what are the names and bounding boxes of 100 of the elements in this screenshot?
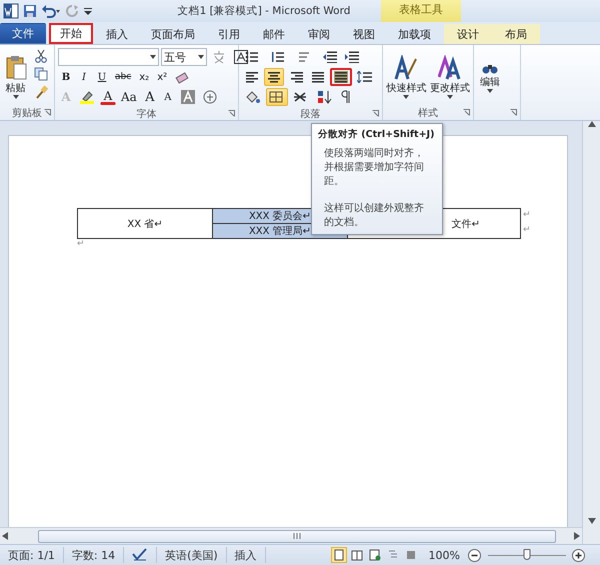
end-of-row-mark: ↵	[523, 224, 531, 234]
zoom-level[interactable]: 100%	[428, 548, 460, 562]
align-center-icon	[267, 71, 281, 83]
window-title: 文档1 [兼容模式] - Microsoft Word	[178, 4, 350, 18]
clipboard-icon	[4, 54, 26, 80]
group-label: 字体	[136, 108, 156, 120]
dialog-launcher-icon[interactable]	[463, 109, 470, 116]
ribbon-tab[interactable]: 视图	[343, 24, 385, 44]
plus-icon	[572, 548, 584, 562]
ribbon-tab[interactable]: 审阅	[298, 24, 340, 44]
draft-page-icon	[404, 549, 417, 561]
paragraph-mark: ↵	[77, 239, 86, 249]
dialog-launcher-icon[interactable]	[44, 109, 51, 116]
font-name-field[interactable]	[58, 48, 159, 66]
print-layout-icon	[332, 549, 345, 561]
dialog-launcher-icon[interactable]	[372, 110, 379, 117]
brush-icon	[34, 85, 48, 99]
word-logo-icon[interactable]	[3, 3, 19, 19]
italic-button[interactable]: I	[76, 68, 92, 86]
ribbon-tab[interactable]: 引用	[208, 24, 250, 44]
caret-icon	[403, 94, 410, 98]
quick-styles-button[interactable]: 快速样式	[386, 47, 426, 106]
align-right-icon	[289, 71, 303, 83]
paste-button[interactable]: 粘贴	[3, 47, 28, 106]
table-cell: XX 省↵	[78, 208, 212, 238]
ribbon-tab[interactable]: 页面布局	[141, 24, 205, 44]
proofing-check-icon[interactable]	[132, 548, 148, 562]
align-left-icon	[245, 71, 259, 83]
decrease-indent-icon	[323, 51, 337, 63]
sort-icon	[317, 90, 333, 104]
view-button[interactable]	[330, 547, 347, 563]
align-justify-icon	[311, 71, 325, 83]
tooltip-description: 使段落两端同时对齐，并根据需要增加字符间距。	[324, 147, 425, 189]
group-label: 剪贴板	[12, 106, 42, 120]
change-case-button[interactable]: Aa	[118, 88, 140, 106]
grow-font-button[interactable]: A	[142, 88, 158, 106]
font-size-field[interactable]: 五号	[161, 48, 207, 66]
ribbon-tab[interactable]: 插入	[96, 24, 138, 44]
caret-icon	[446, 94, 453, 98]
superscript-button[interactable]: x²	[154, 68, 170, 86]
letter-brush-icon	[394, 54, 418, 80]
align-center-button[interactable]	[264, 68, 284, 86]
ribbon-tab[interactable]: 布局	[492, 24, 540, 44]
caret-icon	[198, 55, 204, 59]
undo-icon[interactable]	[41, 4, 61, 18]
ribbon-tab[interactable]: 开始	[49, 23, 93, 44]
zoom-out-button[interactable]	[466, 547, 482, 563]
web-page-icon	[368, 549, 381, 561]
align-distributed-icon	[334, 71, 348, 83]
minus-icon	[468, 548, 480, 562]
zoom-slider-thumb[interactable]	[524, 548, 530, 560]
highlighter-icon	[79, 90, 95, 104]
font-color-button[interactable]: A	[100, 89, 116, 105]
paint-bucket-icon	[245, 90, 261, 104]
view-button[interactable]	[366, 547, 383, 563]
change-styles-button[interactable]: 更改样式	[430, 47, 470, 106]
dialog-launcher-icon[interactable]	[228, 110, 235, 117]
scroll-down-icon	[588, 518, 596, 524]
page-count[interactable]: 页面: 1/1	[0, 547, 64, 563]
language-status[interactable]: 英语(美国)	[157, 547, 227, 563]
group-label: 段落	[300, 108, 320, 120]
circled-character-icon	[202, 90, 217, 104]
borders-button[interactable]	[266, 88, 288, 106]
editing-button[interactable]: 编辑	[477, 47, 503, 106]
group-label: 样式	[418, 106, 438, 120]
line-spacing-icon	[357, 71, 375, 83]
paragraph-mark-icon	[341, 90, 351, 104]
horizontal-scrollbar[interactable]	[0, 527, 582, 544]
scissors-icon	[35, 49, 47, 63]
phonetic-guide-icon	[212, 50, 226, 64]
tooltip-title: 分散对齐 (Ctrl+Shift+J)	[318, 128, 436, 141]
ribbon-tab[interactable]: 邮件	[253, 24, 295, 44]
book-icon	[350, 549, 363, 561]
boxed-letter-icon	[234, 50, 248, 64]
character-border-button[interactable]	[231, 48, 251, 66]
file-tab[interactable]: 文件	[0, 23, 46, 44]
insert-mode-status[interactable]: 插入	[226, 547, 266, 563]
caret-icon	[12, 94, 18, 98]
end-of-row-mark: ↵	[523, 210, 531, 220]
align-distributed-button[interactable]	[330, 68, 352, 86]
strikethrough-button[interactable]: abc	[112, 68, 134, 86]
copy-icon	[34, 67, 48, 81]
subscript-button[interactable]: x₂	[136, 68, 152, 86]
bold-button[interactable]: B	[58, 68, 74, 86]
table-grid-icon	[269, 91, 285, 103]
caret-icon	[487, 88, 493, 92]
save-icon[interactable]	[23, 4, 37, 18]
ribbon-tab[interactable]: 加载项	[388, 24, 441, 44]
word-count[interactable]: 字数: 14	[64, 547, 124, 563]
shrink-font-button[interactable]: A	[160, 88, 176, 106]
caret-icon	[150, 55, 156, 59]
underline-button[interactable]: U	[94, 68, 110, 86]
ribbon-tab[interactable]: 设计	[444, 24, 492, 44]
dialog-launcher-icon[interactable]	[510, 109, 517, 116]
contextual-tab-group-label: 表格工具	[381, 0, 461, 22]
vertical-scrollbar[interactable]	[582, 121, 600, 544]
grip-icon	[293, 533, 301, 539]
increase-indent-icon	[345, 51, 359, 63]
scroll-right-icon	[574, 532, 580, 540]
zoom-in-button[interactable]	[570, 547, 586, 563]
